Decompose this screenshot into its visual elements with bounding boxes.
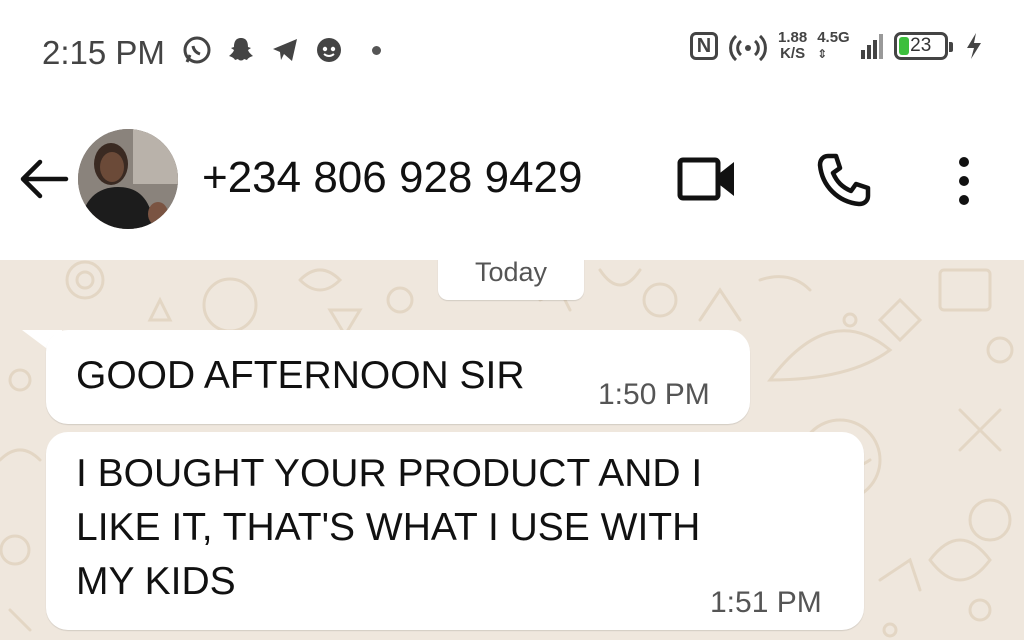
back-arrow-icon[interactable] (18, 153, 70, 205)
chat-header: +234 806 928 9429 (0, 105, 1024, 260)
date-divider: Today (438, 260, 584, 300)
status-time: 2:15 PM (42, 34, 165, 71)
message-bubble[interactable]: I BOUGHT YOUR PRODUCT AND I LIKE IT, THA… (46, 432, 864, 630)
message-time: 1:50 PM (598, 378, 710, 411)
contact-name[interactable]: +234 806 928 9429 (202, 153, 583, 203)
nfc-icon: N (690, 32, 718, 60)
network-type: 4.5G ⇕ (817, 29, 850, 62)
chat-area[interactable]: Today GOOD AFTERNOON SIR 1:50 PM I BOUGH… (0, 260, 1024, 640)
message-text: GOOD AFTERNOON SIR (76, 354, 525, 397)
battery-indicator: 23 (893, 32, 953, 60)
contact-avatar[interactable] (78, 129, 178, 229)
video-call-icon[interactable] (676, 153, 738, 205)
whatsapp-icon (183, 36, 211, 64)
status-indicators: N 1.88 K/S 4.5G ⇕ 23 (690, 30, 984, 62)
message-time: 1:51 PM (710, 586, 822, 619)
telegram-icon (273, 39, 297, 61)
signal-icon (860, 34, 883, 59)
message-bubble[interactable]: GOOD AFTERNOON SIR 1:50 PM (46, 330, 750, 424)
data-arrows-icon: ⇕ (817, 47, 828, 61)
status-bar: 2:15 PM N 1.88 K/S 4.5G ⇕ 23 (0, 0, 1024, 105)
more-options-icon[interactable] (950, 155, 978, 207)
message-text-line: I BOUGHT YOUR PRODUCT AND I (76, 452, 703, 495)
message-text-line: LIKE IT, THAT'S WHAT I USE WITH (76, 506, 701, 549)
hotspot-icon (729, 34, 767, 62)
charging-icon (966, 33, 981, 59)
notification-icons (182, 35, 381, 65)
voice-call-icon[interactable] (814, 151, 872, 209)
face-app-icon (317, 38, 341, 62)
avatar-image (78, 129, 178, 229)
snapchat-icon (229, 38, 253, 61)
more-notifications-dot (372, 45, 381, 55)
message-text-line: MY KIDS (76, 560, 236, 603)
network-speed: 1.88 K/S (778, 29, 808, 62)
